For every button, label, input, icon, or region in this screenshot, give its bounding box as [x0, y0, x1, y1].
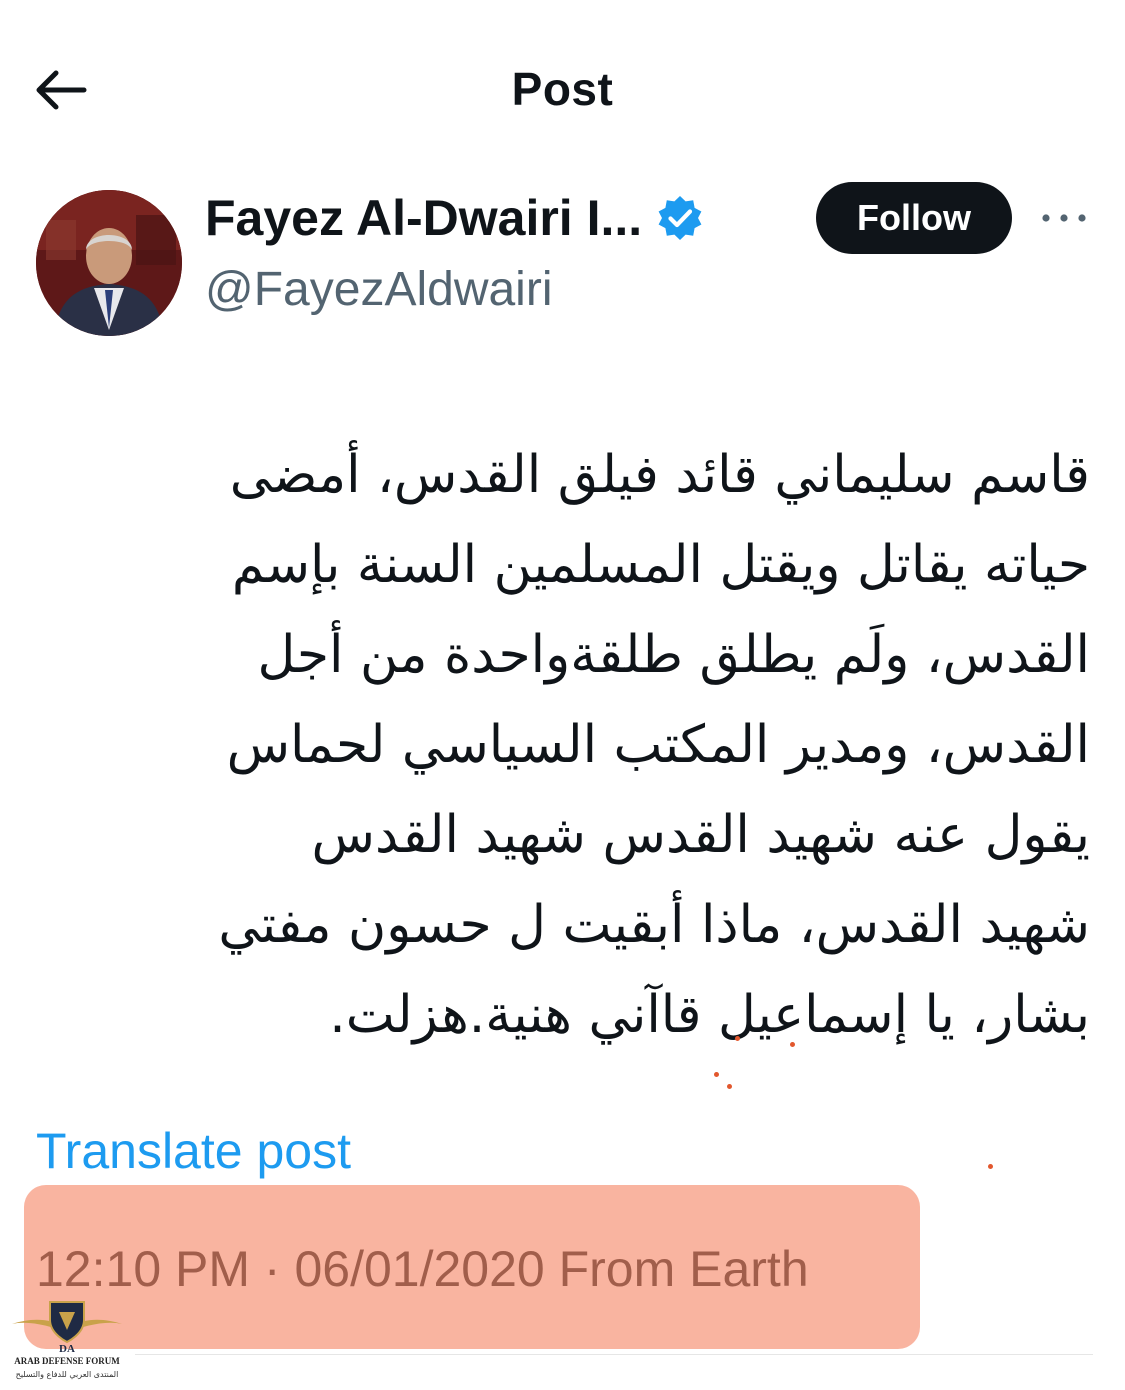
more-options-button[interactable]	[1036, 196, 1092, 240]
forum-watermark-logo: DA ARAB DEFENSE FORUM المنتدى العربي للد…	[4, 1296, 130, 1388]
follow-button[interactable]: Follow	[816, 182, 1012, 254]
post-text-line: شهيد القدس، ماذا أبقيت ل حسون مفتي	[218, 895, 1090, 955]
post-text-line: يقول عنه شهيد القدس شهيد القدس	[311, 805, 1090, 865]
post-text-line: القدس، ولَم يطلق طلقةواحدة من أجل	[257, 625, 1090, 685]
forum-title: ARAB DEFENSE FORUM	[14, 1356, 120, 1366]
annotation-dot	[790, 1042, 795, 1047]
post-text-line: قاسم سليماني قائد فيلق القدس، أمضى	[229, 445, 1090, 505]
forum-badge-text: DA	[59, 1343, 75, 1355]
annotation-dot	[735, 1036, 740, 1041]
author-name-row[interactable]: Fayez Al-Dwairi I...	[205, 186, 704, 250]
post-body: قاسم سليماني قائد فيلق القدس، أمضى حياته…	[30, 430, 1090, 1060]
post-text-line: بشار، يا إسماعيل قاآني هنية.هزلت.	[329, 985, 1090, 1045]
translate-post-link[interactable]: Translate post	[36, 1122, 351, 1180]
profile-photo-icon	[36, 190, 182, 336]
post-text-line: القدس، ومدير المكتب السياسي لحماس	[226, 715, 1090, 775]
page-title: Post	[511, 63, 614, 115]
divider	[135, 1354, 1093, 1355]
post-header: Post	[0, 0, 1125, 180]
author-handle[interactable]: @FayezAldwairi	[205, 262, 552, 317]
annotation-dot	[714, 1072, 719, 1077]
post-text-line: حياته يقاتل ويقتل المسلمين السنة بإسم	[231, 535, 1090, 595]
post-timestamp[interactable]: 12:10 PM · 06/01/2020 From Earth	[36, 1240, 809, 1298]
avatar[interactable]	[36, 190, 182, 336]
annotation-dot	[727, 1084, 732, 1089]
forum-emblem-icon: DA	[12, 1301, 122, 1355]
verified-badge-icon	[658, 196, 702, 240]
annotation-dot	[988, 1164, 993, 1169]
forum-subtitle: المنتدى العربي للدفاع والتسليح	[15, 1370, 119, 1379]
more-horizontal-icon	[1042, 214, 1086, 222]
author-display-name[interactable]: Fayez Al-Dwairi I...	[205, 189, 642, 247]
